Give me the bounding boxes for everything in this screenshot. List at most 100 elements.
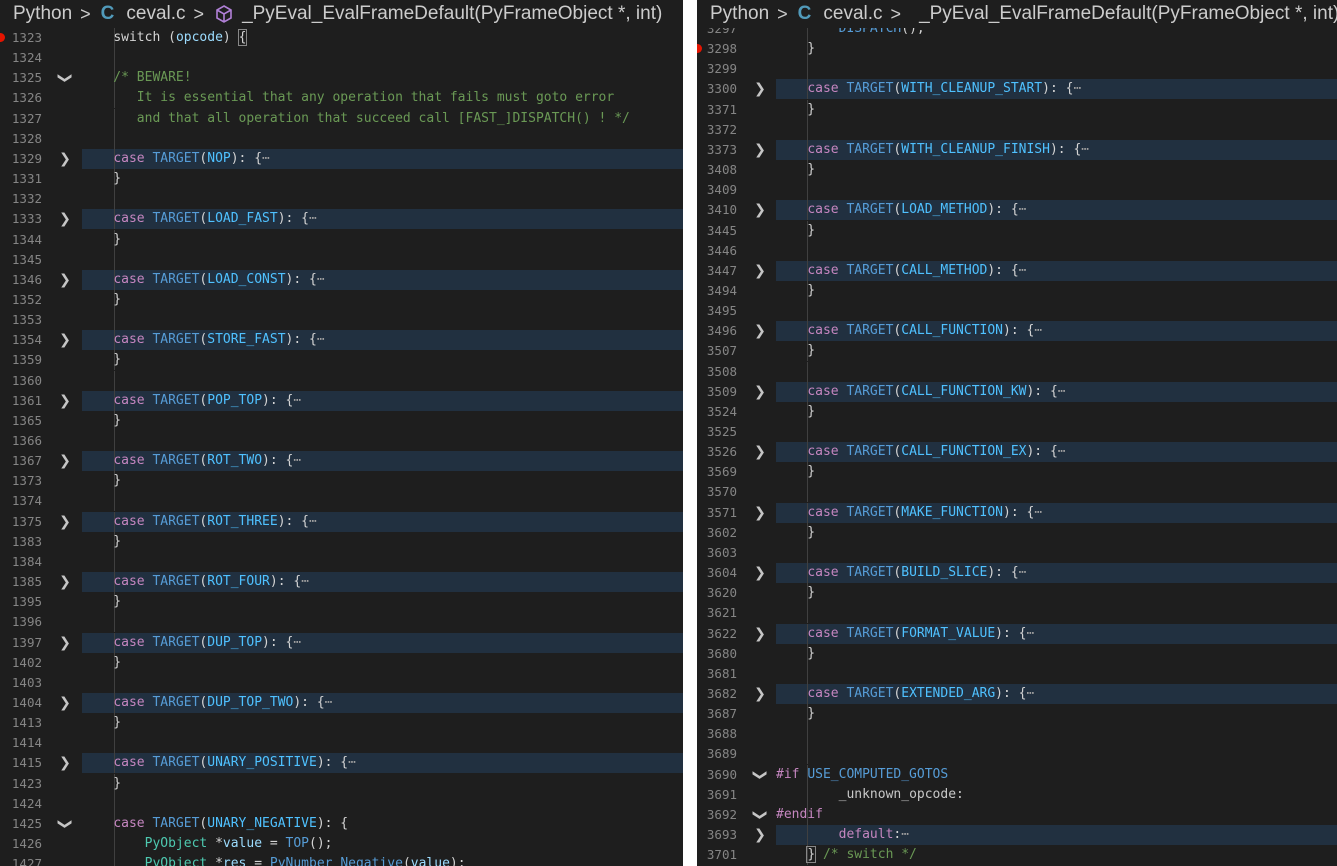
code-line[interactable]: 3602 } <box>697 522 1337 543</box>
code-line[interactable]: 3681 <box>697 663 1337 684</box>
code-text[interactable]: switch (opcode) { <box>82 28 248 48</box>
breadcrumb-symbol[interactable]: _PyEval_EvalFrameDefault(PyFrameObject *… <box>919 3 1337 25</box>
code-text[interactable]: } <box>776 583 815 603</box>
code-line[interactable]: 1383 } <box>0 531 683 552</box>
code-text[interactable]: case TARGET(UNARY_NEGATIVE): { <box>82 814 348 834</box>
chevron-right-icon[interactable]: ❯ <box>752 624 768 644</box>
code-text[interactable]: } <box>776 704 815 724</box>
chevron-down-icon[interactable]: ❯ <box>55 816 75 832</box>
chevron-right-icon[interactable]: ❯ <box>57 330 73 350</box>
code-line[interactable]: 3688 <box>697 724 1337 745</box>
code-line[interactable]: 3445 } <box>697 220 1337 241</box>
code-line[interactable]: 3692 ❯ #endif <box>697 804 1337 825</box>
code-line[interactable]: 1415 ❯ case TARGET(UNARY_POSITIVE): {⋯ <box>0 753 683 774</box>
code-line[interactable]: 3408 } <box>697 160 1337 181</box>
code-text[interactable]: } <box>776 523 815 543</box>
code-text[interactable]: } <box>82 290 121 310</box>
code-line[interactable]: 1375 ❯ case TARGET(ROT_THREE): {⋯ <box>0 511 683 532</box>
code-line[interactable]: 3299 <box>697 59 1337 80</box>
code-line[interactable]: 1331 } <box>0 169 683 190</box>
code-text[interactable]: PyObject *res = PyNumber_Negative(value)… <box>82 854 466 866</box>
code-text[interactable]: case TARGET(CALL_FUNCTION_EX): {⋯ <box>776 442 1065 462</box>
code-text[interactable]: } <box>776 402 815 422</box>
code-text[interactable]: It is essential that any operation that … <box>82 88 614 108</box>
code-text[interactable]: } <box>82 411 121 431</box>
code-line[interactable]: 3496 ❯ case TARGET(CALL_FUNCTION): {⋯ <box>697 321 1337 342</box>
chevron-right-icon[interactable]: ❯ <box>57 451 73 471</box>
code-line[interactable]: 3373 ❯ case TARGET(WITH_CLEANUP_FINISH): … <box>697 139 1337 160</box>
code-text[interactable]: } <box>82 774 121 794</box>
code-line[interactable]: 1414 <box>0 733 683 754</box>
chevron-right-icon[interactable]: ❯ <box>57 633 73 653</box>
chevron-right-icon[interactable]: ❯ <box>752 382 768 402</box>
code-line[interactable]: 3410 ❯ case TARGET(LOAD_METHOD): {⋯ <box>697 200 1337 221</box>
code-line[interactable]: 3446 <box>697 240 1337 261</box>
code-line[interactable]: 1397 ❯ case TARGET(DUP_TOP): {⋯ <box>0 632 683 653</box>
code-text[interactable]: } <box>776 462 815 482</box>
code-line[interactable]: 3526 ❯ case TARGET(CALL_FUNCTION_EX): {⋯ <box>697 442 1337 463</box>
code-line[interactable]: 1327 and that all operation that succeed… <box>0 108 683 129</box>
code-line[interactable]: 3300 ❯ case TARGET(WITH_CLEANUP_START): {… <box>697 79 1337 100</box>
code-line[interactable]: 3495 <box>697 301 1337 322</box>
code-line[interactable]: 1353 <box>0 310 683 331</box>
code-line[interactable]: 1402 } <box>0 652 683 673</box>
chevron-down-icon[interactable]: ❯ <box>750 767 770 783</box>
code-text[interactable]: case TARGET(WITH_CLEANUP_START): {⋯ <box>776 79 1081 99</box>
code-text[interactable]: and that all operation that succeed call… <box>82 109 630 129</box>
chevron-right-icon[interactable]: ❯ <box>752 684 768 704</box>
code-line[interactable]: 3687 } <box>697 704 1337 725</box>
code-line[interactable]: 3691 _unknown_opcode: <box>697 784 1337 805</box>
code-line[interactable]: 3693 ❯ default:⋯ <box>697 825 1337 845</box>
breadcrumb-file[interactable]: ceval.c <box>126 3 185 25</box>
code-text[interactable]: case TARGET(STORE_FAST): {⋯ <box>82 330 324 350</box>
breadcrumb-file[interactable]: ceval.c <box>823 3 882 25</box>
code-line[interactable]: 1424 <box>0 793 683 814</box>
chevron-right-icon[interactable]: ❯ <box>752 200 768 220</box>
pane-divider[interactable] <box>683 0 697 866</box>
code-line[interactable]: 1344 } <box>0 229 683 250</box>
code-text[interactable]: case TARGET(ROT_THREE): {⋯ <box>82 512 317 532</box>
code-line[interactable]: 1328 <box>0 128 683 149</box>
code-text[interactable]: /* BEWARE! <box>82 68 191 88</box>
code-line[interactable]: 1413 } <box>0 713 683 734</box>
code-line[interactable]: 1323 switch (opcode) { <box>0 28 683 48</box>
code-text[interactable]: case TARGET(DUP_TOP): {⋯ <box>82 633 301 653</box>
code-line[interactable]: 1374 <box>0 491 683 512</box>
code-line[interactable]: 3690 ❯ #if USE_COMPUTED_GOTOS <box>697 764 1337 785</box>
code-text[interactable]: case TARGET(BUILD_SLICE): {⋯ <box>776 563 1026 583</box>
chevron-down-icon[interactable]: ❯ <box>55 70 75 86</box>
code-line[interactable]: 1373 } <box>0 471 683 492</box>
code-line[interactable]: 3622 ❯ case TARGET(FORMAT_VALUE): {⋯ <box>697 623 1337 644</box>
code-text[interactable]: } <box>776 221 815 241</box>
code-line[interactable]: 1423 } <box>0 773 683 794</box>
code-line[interactable]: 1352 } <box>0 289 683 310</box>
code-line[interactable]: 1346 ❯ case TARGET(LOAD_CONST): {⋯ <box>0 269 683 290</box>
editor-pane-right[interactable]: Python > C ceval.c > _PyEval_EvalFrameDe… <box>697 0 1337 866</box>
code-text[interactable]: } <box>776 341 815 361</box>
code-text[interactable]: PyObject *value = TOP(); <box>82 834 333 854</box>
code-text[interactable]: } <box>82 169 121 189</box>
chevron-right-icon[interactable]: ❯ <box>57 572 73 592</box>
chevron-right-icon[interactable]: ❯ <box>57 391 73 411</box>
code-line[interactable]: 3509 ❯ case TARGET(CALL_FUNCTION_KW): {⋯ <box>697 381 1337 402</box>
code-text[interactable]: case TARGET(CALL_FUNCTION): {⋯ <box>776 321 1042 341</box>
code-line[interactable]: 1359 } <box>0 350 683 371</box>
editor-pane-left[interactable]: Python > C ceval.c > _PyEval_EvalFrameDe… <box>0 0 683 866</box>
code-line[interactable]: 3621 <box>697 603 1337 624</box>
code-line[interactable]: 3571 ❯ case TARGET(MAKE_FUNCTION): {⋯ <box>697 502 1337 523</box>
code-text[interactable]: } <box>776 39 815 59</box>
chevron-right-icon[interactable]: ❯ <box>57 149 73 169</box>
chevron-right-icon[interactable]: ❯ <box>752 261 768 281</box>
code-line[interactable]: 1385 ❯ case TARGET(ROT_FOUR): {⋯ <box>0 572 683 593</box>
chevron-right-icon[interactable]: ❯ <box>752 503 768 523</box>
code-line[interactable]: 1403 <box>0 672 683 693</box>
code-text[interactable]: } <box>776 644 815 664</box>
code-text[interactable]: case TARGET(NOP): {⋯ <box>82 149 270 169</box>
code-line[interactable]: 3569 } <box>697 462 1337 483</box>
code-line[interactable]: 3620 } <box>697 583 1337 604</box>
code-line[interactable]: 1384 <box>0 551 683 572</box>
code-line[interactable]: 3507 } <box>697 341 1337 362</box>
code-text[interactable]: case TARGET(LOAD_CONST): {⋯ <box>82 270 324 290</box>
chevron-down-icon[interactable]: ❯ <box>750 807 770 823</box>
code-line[interactable]: 1360 <box>0 370 683 391</box>
